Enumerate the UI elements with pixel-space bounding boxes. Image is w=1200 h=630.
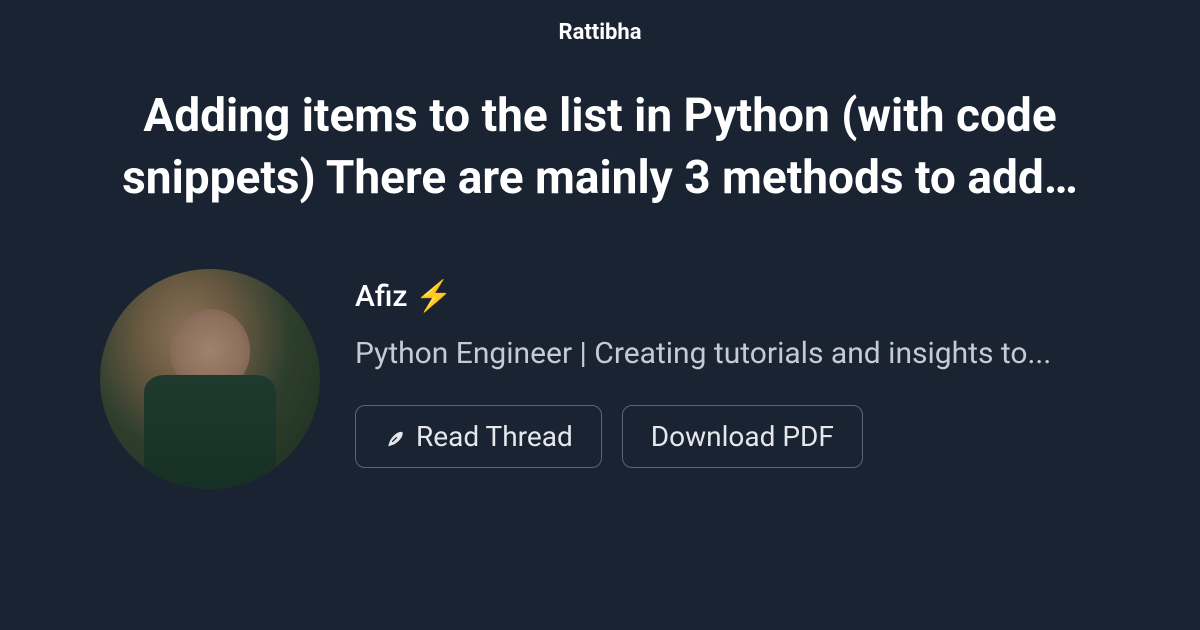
lightning-icon: ⚡ [415,279,452,314]
author-info: Afiz ⚡ Python Engineer | Creating tutori… [355,269,1051,468]
author-name-text: Afiz [355,279,408,314]
feather-icon [384,425,406,447]
read-thread-button[interactable]: Read Thread [355,405,602,468]
author-avatar [100,269,320,489]
read-thread-label: Read Thread [416,420,573,453]
button-row: Read Thread Download PDF [355,405,1051,468]
download-pdf-label: Download PDF [651,420,834,453]
download-pdf-button[interactable]: Download PDF [622,405,863,468]
author-bio: Python Engineer | Creating tutorials and… [355,334,1051,375]
author-section: Afiz ⚡ Python Engineer | Creating tutori… [50,269,1150,489]
thread-title: Adding items to the list in Python (with… [50,85,1150,209]
site-name: Rattibha [50,20,1150,45]
author-name: Afiz ⚡ [355,279,1051,314]
